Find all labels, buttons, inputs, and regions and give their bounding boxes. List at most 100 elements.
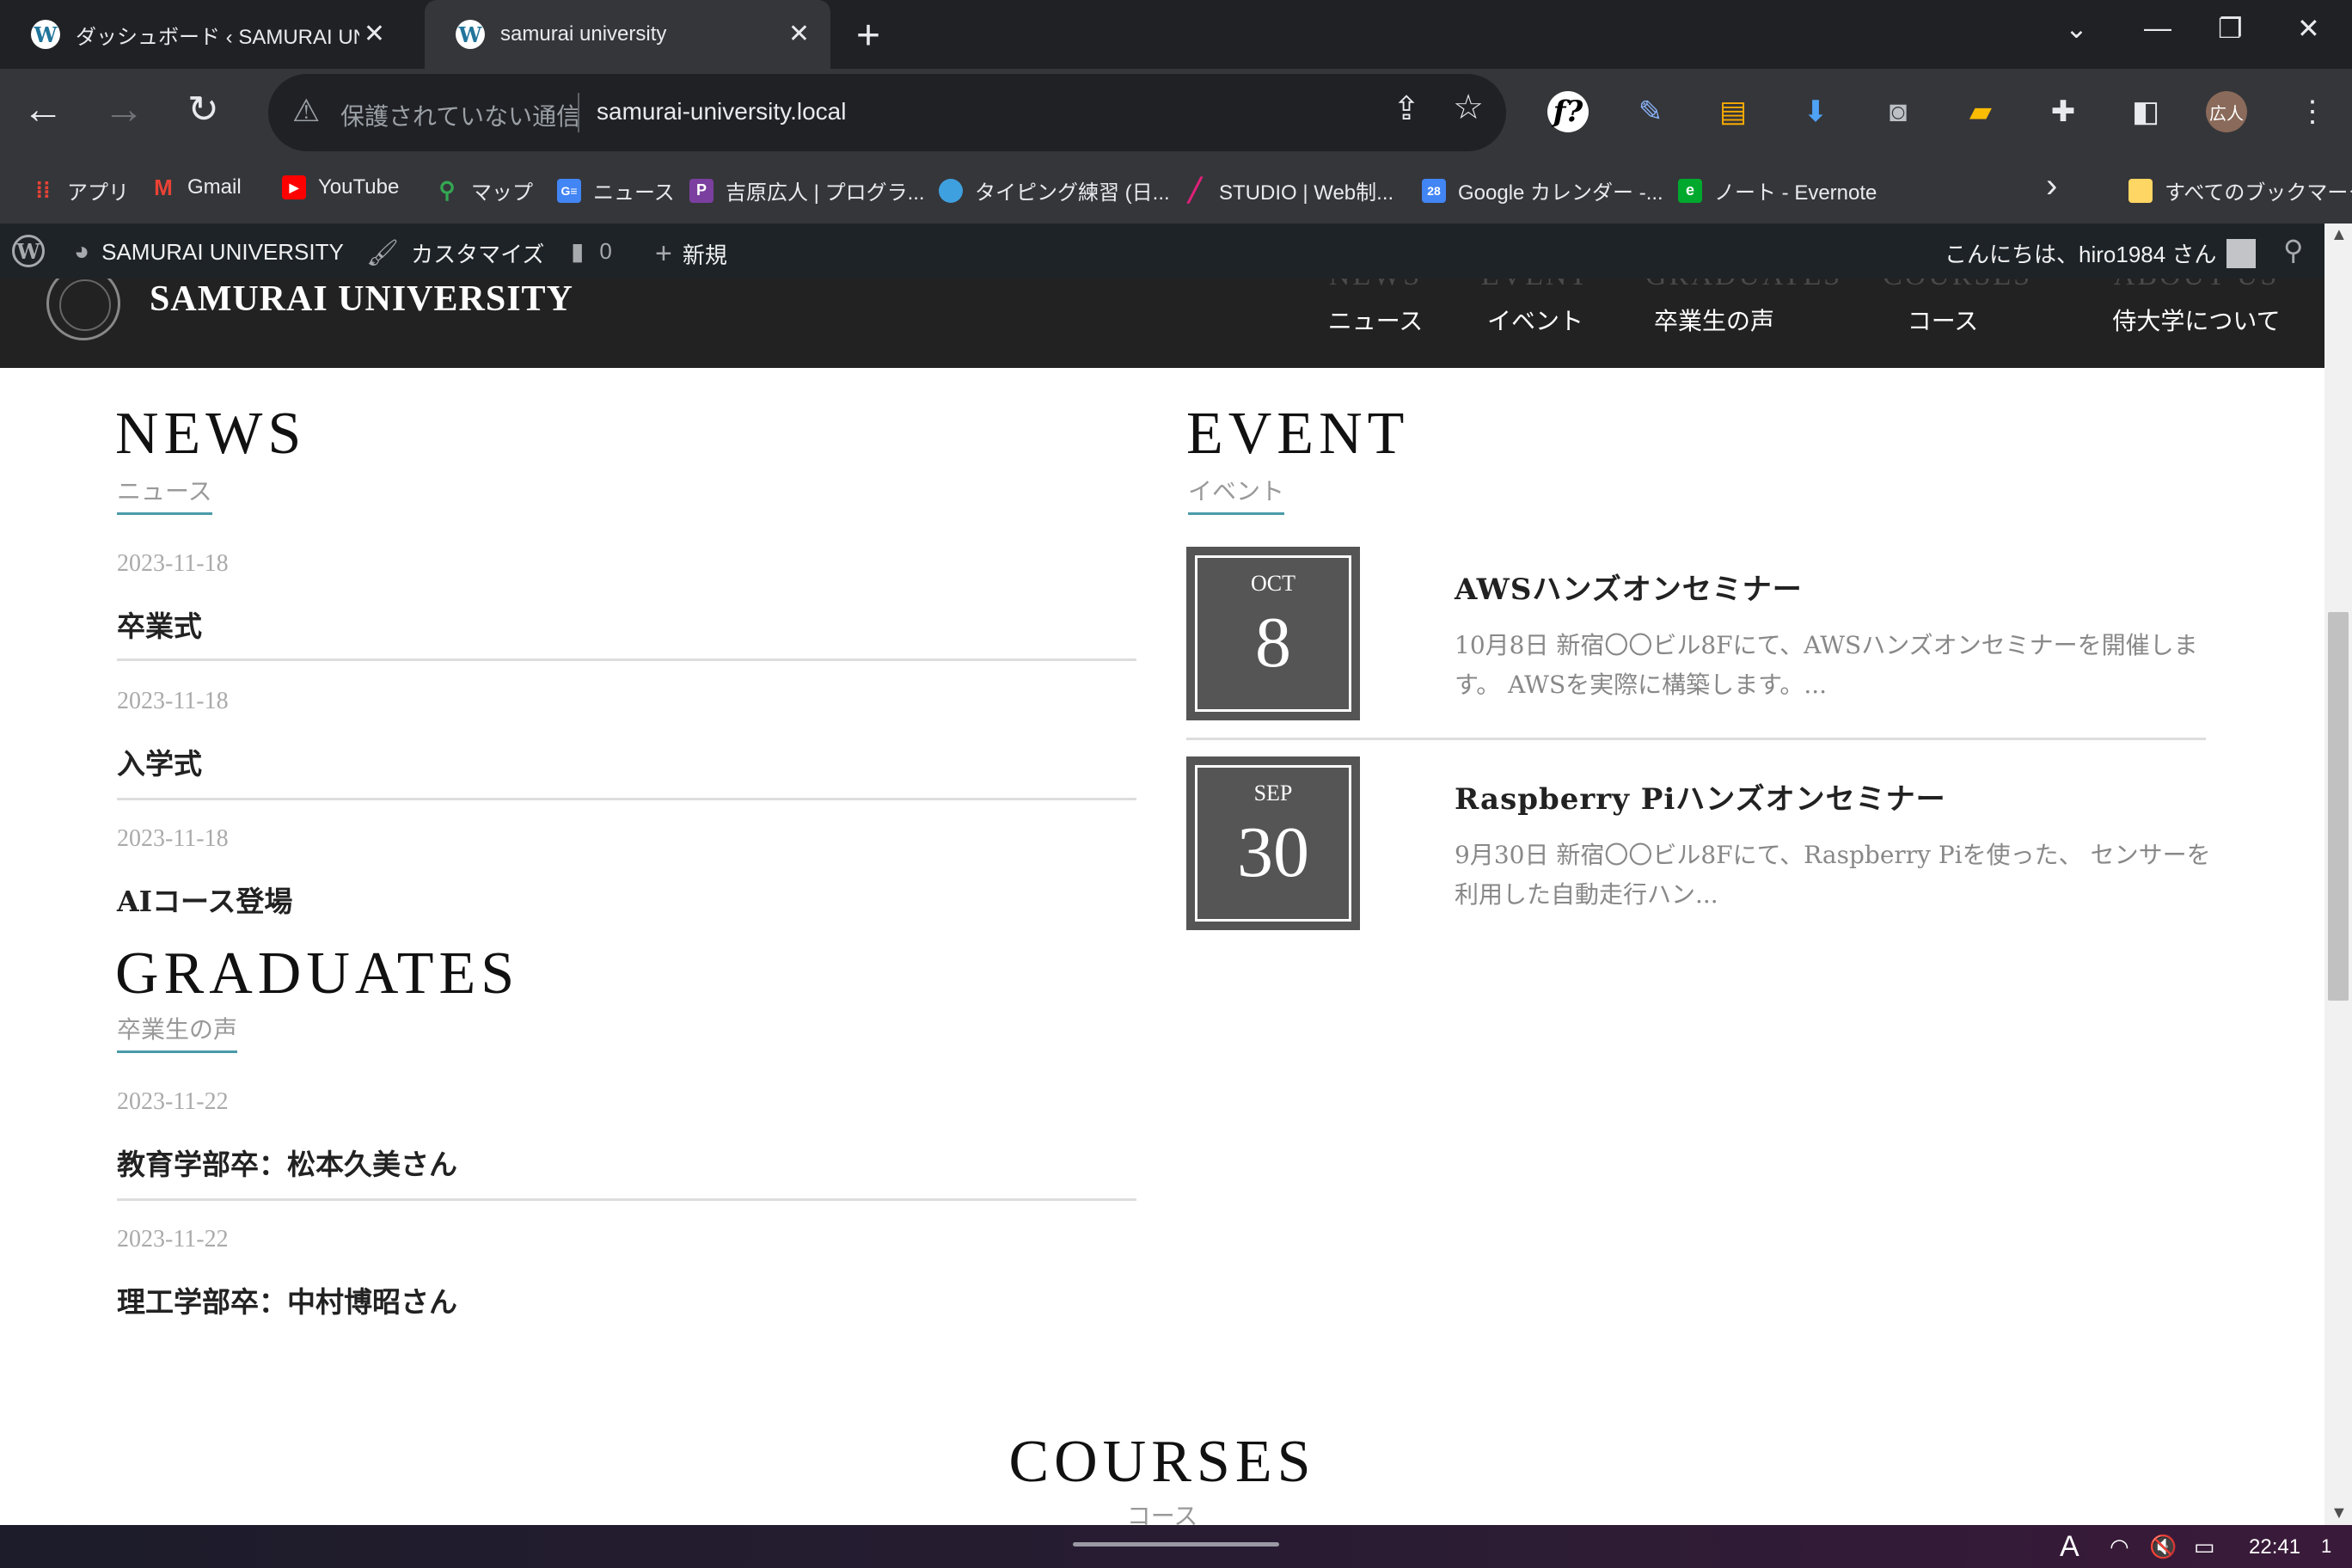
scroll-up-arrow-icon[interactable]: ▲ xyxy=(2331,225,2348,245)
admin-new[interactable]: + 新規 xyxy=(655,237,727,271)
graduate-post[interactable]: 2023-11-22 教育学部卒：松本久美さん xyxy=(117,1088,1136,1201)
post-title[interactable]: 入学式 xyxy=(117,741,1136,782)
bookmark-label: 吉原広人 | プログラ... xyxy=(726,181,925,205)
post-title[interactable]: AIコース登場 xyxy=(117,879,1136,920)
bookmark-label: YouTube xyxy=(318,175,400,199)
admin-site-name-label: SAMURAI UNIVERSITY xyxy=(101,238,344,265)
event-day: 30 xyxy=(1237,812,1309,892)
bookmark-evernote[interactable]: e ノート - Evernote xyxy=(1678,175,1877,205)
clock[interactable]: 22:41 xyxy=(2249,1535,2300,1559)
university-seal-logo[interactable] xyxy=(46,279,120,340)
nav-event[interactable]: EVENT イベント xyxy=(1475,279,1596,368)
tab-strip: W ダッシュボード ‹ SAMURAI UNIVERSITY ✕ W samur… xyxy=(0,0,2352,69)
close-tab-icon[interactable]: ✕ xyxy=(364,19,385,49)
bookmark-apps[interactable]: ⁞⁞ アプリ xyxy=(31,175,129,205)
wifi-icon[interactable]: ◠ xyxy=(2110,1534,2129,1560)
event-divider xyxy=(1186,738,2206,740)
tab-title: ダッシュボード ‹ SAMURAI UNIVERSITY xyxy=(76,25,359,49)
notification-icon[interactable]: 1 xyxy=(2321,1535,2331,1558)
notes-extension-icon[interactable]: ▤ xyxy=(1712,91,1754,132)
gmail-icon: M xyxy=(154,174,173,200)
wp-logo-menu[interactable]: W xyxy=(12,235,45,267)
news-post[interactable]: 2023-11-18 卒業式 xyxy=(117,550,1136,661)
back-arrow-icon[interactable]: ← xyxy=(22,86,64,133)
courses-heading: COURSES xyxy=(1008,1429,1316,1495)
studio-icon: ╱ xyxy=(1188,177,1202,203)
bookmark-star-icon[interactable]: ☆ xyxy=(1453,88,1484,127)
event-month: OCT xyxy=(1251,571,1295,596)
post-date: 2023-11-18 xyxy=(117,550,229,577)
bookmark-gmail[interactable]: M Gmail xyxy=(151,174,242,200)
event-description: 10月8日 新宿〇〇ビル8Fにて、AWSハンズオンセミナーを開催します。 AWS… xyxy=(1455,631,2198,699)
tab-dashboard[interactable]: W ダッシュボード ‹ SAMURAI UNIVERSITY ✕ xyxy=(0,0,406,69)
admin-customize[interactable]: 🖌 カスタマイズ xyxy=(366,237,544,269)
tab-samurai-university[interactable]: W samurai university ✕ xyxy=(425,0,830,69)
scrollbar-thumb[interactable] xyxy=(2328,612,2349,1001)
post-date: 2023-11-18 xyxy=(117,825,229,852)
download-extension-icon[interactable]: ⬇ xyxy=(1795,91,1836,132)
post-title[interactable]: 理工学部卒：中村博昭さん xyxy=(117,1279,1136,1320)
event-title[interactable]: Raspberry Piハンズオンセミナー xyxy=(1455,775,1946,818)
nav-about-us[interactable]: ABOUT US 侍大学について xyxy=(2098,279,2295,368)
screenshot-extension-icon[interactable]: ◙ xyxy=(1877,91,1919,132)
event-title[interactable]: AWSハンズオンセミナー xyxy=(1455,566,1803,608)
tab-title: samurai university xyxy=(500,22,667,46)
browser-toolbar: ← → ↻ ⚠ 保護されていない通信 samurai-university.lo… xyxy=(0,69,2352,156)
post-title[interactable]: 教育学部卒：松本久美さん xyxy=(117,1142,1136,1183)
bookmark-news[interactable]: G≡ ニュース xyxy=(557,175,675,205)
address-bar[interactable]: ⚠ 保護されていない通信 samurai-university.local ⇪ … xyxy=(268,74,1506,151)
admin-account[interactable]: こんにちは、hiro1984 さん xyxy=(1945,237,2257,269)
chrome-menu-icon[interactable]: ⋮ xyxy=(2292,91,2333,132)
minimize-icon[interactable]: — xyxy=(2144,12,2171,44)
search-icon[interactable]: ⚲ xyxy=(2283,234,2303,266)
bookmark-studio[interactable]: ╱ STUDIO | Web制... xyxy=(1183,175,1393,205)
url-text[interactable]: samurai-university.local xyxy=(597,98,846,126)
eyedropper-extension-icon[interactable]: ✎ xyxy=(1630,91,1671,132)
site-title[interactable]: SAMURAI UNIVERSITY xyxy=(150,279,573,320)
admin-site-name[interactable]: ◕ SAMURAI UNIVERSITY xyxy=(74,237,344,266)
bookmark-portfolio[interactable]: P 吉原広人 | プログラ... xyxy=(689,175,925,205)
event-item[interactable]: SEP 30 Raspberry Piハンズオンセミナー 9月30日 新宿〇〇ビ… xyxy=(1186,756,2211,930)
reload-icon[interactable]: ↻ xyxy=(187,88,219,132)
all-bookmarks-folder[interactable]: すべてのブックマーク xyxy=(2128,175,2352,205)
bookmark-calendar[interactable]: 28 Google カレンダー -... xyxy=(1422,175,1663,205)
restore-icon[interactable]: ❐ xyxy=(2218,12,2243,45)
font-extension-icon[interactable]: f? xyxy=(1547,91,1589,132)
post-title[interactable]: 卒業式 xyxy=(117,603,1136,645)
speaker-muted-icon[interactable]: 🔇 xyxy=(2149,1534,2177,1560)
close-tab-icon[interactable]: ✕ xyxy=(788,19,810,49)
share-icon[interactable]: ⇪ xyxy=(1393,89,1420,128)
admin-comments[interactable]: ▮ 0 xyxy=(571,237,612,266)
not-secure-warning-icon[interactable]: ⚠ xyxy=(292,93,320,129)
page-scrollbar[interactable]: ▲ ▼ xyxy=(2324,224,2352,1525)
bookmark-maps[interactable]: ⚲ マップ xyxy=(435,175,533,205)
nav-news[interactable]: NEWS ニュース xyxy=(1315,279,1436,368)
forward-arrow-icon[interactable]: → xyxy=(103,86,144,133)
side-panel-icon[interactable]: ◧ xyxy=(2125,91,2166,132)
new-tab-button[interactable]: + xyxy=(856,12,880,59)
home-indicator[interactable] xyxy=(1073,1542,1279,1547)
post-date: 2023-11-18 xyxy=(117,688,229,714)
bookmark-typing[interactable]: タイピング練習 (日... xyxy=(939,175,1170,205)
dashboard-gauge-icon: ◕ xyxy=(74,237,90,266)
bookmark-youtube[interactable]: ▶ YouTube xyxy=(282,175,399,199)
nav-label-ja: イベント xyxy=(1486,307,1583,335)
event-date-badge: OCT 8 xyxy=(1186,547,1360,720)
battery-icon[interactable]: ▭ xyxy=(2194,1534,2215,1560)
extensions-puzzle-icon[interactable]: ✚ xyxy=(2043,91,2084,132)
bookmarks-overflow-chevron-icon[interactable]: › xyxy=(2046,167,2057,205)
ime-indicator[interactable]: A xyxy=(2060,1530,2079,1564)
news-post[interactable]: 2023-11-18 AIコース登場 xyxy=(117,825,1136,920)
event-item[interactable]: OCT 8 AWSハンズオンセミナー 10月8日 新宿〇〇ビル8Fにて、AWSハ… xyxy=(1186,547,2206,740)
news-post[interactable]: 2023-11-18 入学式 xyxy=(117,688,1136,800)
nav-courses[interactable]: COURSES コース xyxy=(1883,279,2030,368)
wordpress-icon: W xyxy=(456,20,485,49)
window-close-icon[interactable]: ✕ xyxy=(2297,12,2320,45)
scroll-down-arrow-icon[interactable]: ▼ xyxy=(2331,1504,2348,1523)
graduate-post[interactable]: 2023-11-22 理工学部卒：中村博昭さん xyxy=(117,1226,1136,1320)
extension-icon[interactable]: ▰ xyxy=(1960,91,2001,132)
tab-search-dropdown-icon[interactable]: ⌄ xyxy=(2065,12,2088,45)
evernote-icon: e xyxy=(1678,178,1702,203)
nav-graduates[interactable]: GRADUATES 卒業生の声 xyxy=(1645,279,1840,368)
profile-avatar[interactable]: 広人 xyxy=(2206,91,2247,132)
